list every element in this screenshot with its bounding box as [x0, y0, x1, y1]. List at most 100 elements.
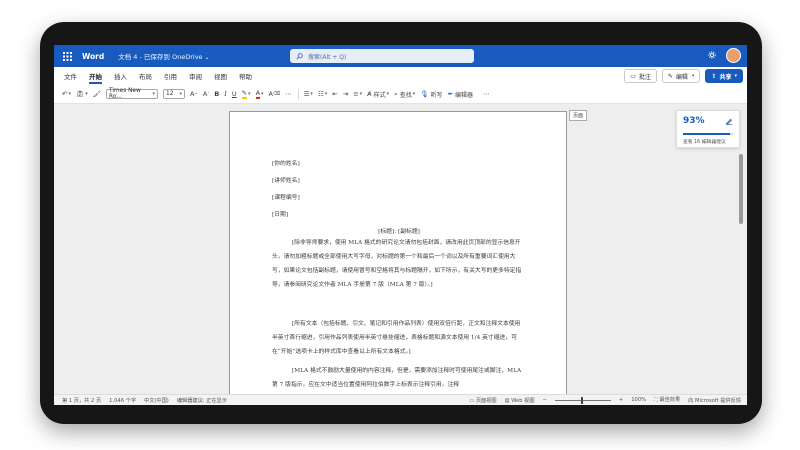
home-toolbar: ↶ ▾ 📋︎ ▾ 🖌︎ Times New Ro... ▾ 12 ▾ A ^ Aˇ B I… — [54, 85, 747, 104]
status-bar: 第 1 页，共 2 页 1,046 个字 中文(中国) 编辑器建议: 正在显示 … — [54, 394, 747, 405]
header-instructor[interactable]: [讲师姓名] — [272, 175, 300, 184]
italic-button[interactable]: I — [224, 90, 227, 98]
find-label: 查找 — [399, 91, 412, 99]
zoom-slider-knob[interactable] — [580, 396, 583, 404]
app-name[interactable]: Word — [82, 52, 104, 61]
search-box[interactable]: 搜索(Alt + Q) — [290, 49, 474, 63]
pencil-icon: ✎ — [667, 72, 673, 80]
comment-icon: ▭ — [630, 72, 636, 80]
title-bar: Word 文档 4 - 已保存到 OneDrive ⌄ 搜索(Alt + Q) — [54, 45, 747, 67]
font-size-dropdown[interactable]: 12 ▾ — [163, 89, 186, 99]
paragraph-1[interactable]: [除非导师要求，使用 MLA 格式的研究论文请勿包括封面，请改用此页顶部的显示信… — [272, 236, 526, 292]
fit-icon: ⛶ — [654, 397, 658, 403]
share-button[interactable]: ⇪ 共享 ▾ — [705, 69, 743, 83]
numbering-icon[interactable]: ☷ ▾ — [318, 90, 327, 98]
web-view-label: Web 视图 — [511, 397, 535, 404]
chevron-down-icon: ▾ — [691, 73, 695, 79]
styles-icon: A̸ — [367, 90, 372, 98]
tab-file[interactable]: 文件 — [64, 71, 77, 81]
share-label: 共享 — [719, 73, 732, 81]
tab-help[interactable]: 帮助 — [239, 71, 252, 81]
search-icon — [296, 52, 303, 60]
paragraph-2[interactable]: [所有文本（包括标题、引文、笔记和引用作品列表）使用双倍行距，正文和注释文本使用… — [272, 317, 526, 359]
tab-references[interactable]: 引用 — [164, 71, 177, 81]
search-icon: ⌕ — [394, 89, 398, 98]
editor-score: 93% — [683, 116, 705, 126]
page-view-button[interactable]: ▭ 页面视图 — [469, 397, 496, 404]
editor-score-bar — [683, 133, 733, 135]
tab-layout[interactable]: 布局 — [139, 71, 152, 81]
web-view-icon: ▤ — [504, 397, 510, 404]
zoom-slider[interactable] — [554, 396, 611, 404]
status-editor-suggestions[interactable]: 编辑器建议: 正在显示 — [177, 397, 227, 404]
font-color-icon[interactable]: A ▾ — [255, 89, 264, 99]
tab-insert[interactable]: 插入 — [114, 71, 127, 81]
undo-icon[interactable]: ↶ ▾ — [62, 90, 71, 98]
separator — [297, 88, 299, 100]
status-word-count[interactable]: 1,046 个字 — [109, 397, 136, 404]
comments-button[interactable]: ▭ 批注 — [624, 69, 657, 83]
editor-suggestions[interactable]: 查看 16 编辑器建议 — [683, 138, 726, 145]
app-launcher-icon[interactable] — [58, 51, 76, 61]
header-course[interactable]: [课程编号] — [272, 192, 300, 201]
document-page[interactable]: [你的姓名] [讲师姓名] [课程编号] [日期] [标题]: [副标题] [除… — [229, 111, 567, 401]
styles-label: 样式 — [373, 91, 386, 99]
feedback-link[interactable]: 向 Microsoft 提供反馈 — [688, 397, 741, 404]
share-icon: ⇪ — [711, 72, 717, 80]
document-title-line[interactable]: [标题]: [副标题] — [230, 226, 568, 235]
dictate-label: 听写 — [430, 91, 443, 99]
bullets-icon[interactable]: ☰ ▾ — [304, 90, 313, 98]
chevron-down-icon: ▾ — [734, 73, 737, 79]
vertical-scrollbar[interactable] — [739, 154, 743, 224]
document-canvas: [你的姓名] [讲师姓名] [课程编号] [日期] [标题]: [副标题] [除… — [54, 104, 747, 401]
page-view-label: 页面视图 — [475, 397, 497, 404]
fit-label: 最佳效果 — [659, 397, 681, 403]
font-name-dropdown[interactable]: Times New Ro... ▾ — [106, 88, 159, 100]
ribbon-tabs: 文件 开始 插入 布局 引用 审阅 视图 帮助 ▭ 批注 ✎ 编辑 ▾ ⇪ 共享… — [54, 67, 747, 84]
tab-review[interactable]: 审阅 — [189, 71, 202, 81]
bold-button[interactable]: B — [214, 90, 219, 98]
font-name-value: Times New Ro... — [109, 88, 141, 100]
microphone-icon: 🎙︎ — [420, 90, 429, 98]
zoom-out-button[interactable]: − — [543, 397, 547, 403]
format-painter-icon[interactable]: 🖌︎ — [93, 90, 101, 98]
increase-indent-icon[interactable]: ⇥ — [343, 90, 348, 98]
editor-label: 编辑器 — [455, 91, 474, 99]
tab-home[interactable]: 开始 — [89, 71, 102, 84]
editor-pen-icon: ✒︎ — [447, 90, 454, 98]
user-avatar[interactable] — [726, 48, 741, 63]
editor-button[interactable]: ✒︎ 编辑器 — [448, 90, 473, 99]
editor-score-card[interactable]: 93% 查看 16 编辑器建议 — [676, 110, 740, 148]
clear-formatting-icon[interactable]: A ⌫ — [269, 90, 281, 98]
header-date[interactable]: [日期] — [272, 209, 288, 218]
dictate-button[interactable]: 🎙︎ 听写 — [420, 90, 442, 99]
styles-button[interactable]: A̸ 样式 ▾ — [367, 90, 389, 99]
header-name[interactable]: [你的姓名] — [272, 158, 300, 167]
decrease-indent-icon[interactable]: ⇤ — [332, 90, 337, 98]
settings-gear-icon[interactable] — [708, 50, 716, 61]
page-label[interactable]: 页面 — [569, 110, 588, 121]
comments-label: 批注 — [638, 73, 651, 81]
web-view-button[interactable]: ▤ Web 视图 — [505, 397, 535, 404]
find-button[interactable]: ⌕ 查找 ▾ — [394, 90, 415, 99]
more-options-icon[interactable]: ⋯ — [285, 90, 292, 98]
more-options-icon[interactable]: ⋯ — [483, 90, 490, 98]
align-icon[interactable]: ≡ ▾ — [353, 90, 362, 98]
underline-button[interactable]: U — [232, 90, 237, 98]
zoom-in-button[interactable]: + — [619, 397, 623, 403]
grow-font-icon[interactable]: A ^ — [190, 90, 198, 98]
shrink-font-icon[interactable]: Aˇ — [203, 90, 209, 98]
page-view-icon: ▭ — [469, 397, 475, 404]
document-title-text: 文档 4 - 已保存到 OneDrive — [118, 53, 203, 61]
fit-button[interactable]: ⛶ 最佳效果 — [654, 396, 680, 404]
highlight-color-icon[interactable]: ✎ ▾ — [241, 89, 251, 99]
font-size-value: 12 — [166, 91, 174, 97]
tab-view[interactable]: 视图 — [214, 71, 227, 81]
editor-score-fill — [683, 133, 730, 135]
editing-mode-button[interactable]: ✎ 编辑 ▾ — [661, 69, 701, 83]
status-language[interactable]: 中文(中国) — [144, 397, 169, 404]
word-window: Word 文档 4 - 已保存到 OneDrive ⌄ 搜索(Alt + Q) 文… — [54, 45, 747, 405]
document-title[interactable]: 文档 4 - 已保存到 OneDrive ⌄ — [118, 51, 209, 61]
paste-icon[interactable]: 📋︎ ▾ — [76, 90, 88, 98]
zoom-level[interactable]: 100% — [631, 397, 646, 403]
